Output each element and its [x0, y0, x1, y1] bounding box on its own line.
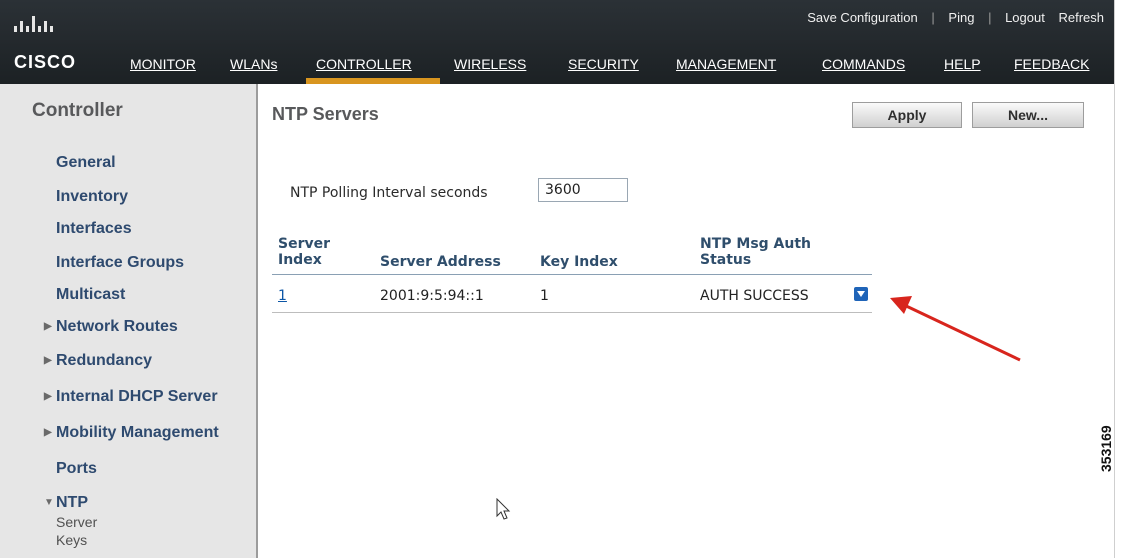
server-index-link[interactable]: 1: [278, 288, 287, 304]
sidebar-subitem-server[interactable]: Server: [56, 514, 97, 530]
annotation-arrow-icon: [890, 296, 1021, 362]
polling-interval-input[interactable]: [538, 178, 628, 202]
ping-link[interactable]: Ping: [948, 10, 974, 25]
sidebar-item-interface-groups[interactable]: Interface Groups: [56, 254, 184, 272]
expand-arrow-icon: ▶: [44, 355, 52, 366]
collapse-arrow-icon: ▼: [44, 497, 54, 508]
sidebar-item-label: Internal DHCP Server: [56, 388, 218, 405]
cisco-logo-text: CISCO: [14, 52, 77, 72]
header-line: Server: [278, 236, 331, 252]
sidebar-item-inventory[interactable]: Inventory: [56, 188, 128, 206]
header-key-index: Key Index: [540, 254, 618, 270]
apply-button[interactable]: Apply: [852, 102, 962, 128]
sidebar-item-label: Redundancy: [56, 352, 153, 369]
nav-controller[interactable]: CONTROLLER: [316, 56, 412, 72]
header-server-address: Server Address: [380, 254, 501, 270]
sidebar-title: Controller: [32, 100, 123, 121]
save-configuration-link[interactable]: Save Configuration: [807, 10, 918, 25]
header-server-index: Server Index: [278, 236, 330, 268]
sidebar-item-label: Network Routes: [56, 318, 178, 335]
nav-monitor[interactable]: MONITOR: [130, 56, 196, 72]
header-line: Status: [700, 252, 752, 268]
header-auth-status: NTP Msg Auth Status: [700, 236, 811, 268]
new-button[interactable]: New...: [972, 102, 1084, 128]
auth-status-cell: AUTH SUCCESS: [700, 288, 809, 304]
sidebar-item-ntp[interactable]: ▼ NTP: [44, 494, 88, 512]
nav-commands[interactable]: COMMANDS: [822, 56, 905, 72]
sidebar-item-label: NTP: [56, 494, 88, 511]
sidebar-item-ports[interactable]: Ports: [56, 460, 97, 478]
row-dropdown-button[interactable]: [854, 287, 868, 301]
nav-feedback[interactable]: FEEDBACK: [1014, 56, 1089, 72]
separator: |: [988, 10, 992, 25]
app-window: CISCO Save Configuration | Ping | Logout…: [0, 0, 1115, 558]
sidebar-item-general[interactable]: General: [56, 154, 116, 172]
polling-interval-label: NTP Polling Interval seconds: [290, 185, 488, 201]
top-links: Save Configuration | Ping | Logout Refre…: [797, 10, 1104, 25]
table-row-divider: [272, 312, 872, 313]
sidebar-item-internal-dhcp-server[interactable]: ▶ Internal DHCP Server: [44, 388, 218, 406]
expand-arrow-icon: ▶: [44, 427, 52, 438]
table-header-divider: [272, 274, 872, 275]
main-content: NTP Servers Apply New... NTP Polling Int…: [258, 84, 1114, 558]
logout-link[interactable]: Logout: [1005, 10, 1045, 25]
refresh-link[interactable]: Refresh: [1058, 10, 1104, 25]
sidebar-item-multicast[interactable]: Multicast: [56, 286, 125, 304]
left-sidebar: Controller General Inventory Interfaces …: [0, 84, 258, 558]
top-header: CISCO Save Configuration | Ping | Logout…: [0, 0, 1114, 84]
nav-help[interactable]: HELP: [944, 56, 981, 72]
nav-security[interactable]: SECURITY: [568, 56, 639, 72]
page-title: NTP Servers: [272, 104, 379, 124]
sidebar-item-mobility-management[interactable]: ▶ Mobility Management: [44, 424, 219, 442]
nav-wlans[interactable]: WLANs: [230, 56, 277, 72]
mouse-cursor-icon: [496, 498, 511, 520]
header-line: NTP Msg Auth: [700, 236, 812, 252]
expand-arrow-icon: ▶: [44, 391, 52, 402]
sidebar-item-interfaces[interactable]: Interfaces: [56, 220, 132, 238]
figure-number: 353169: [1098, 425, 1114, 472]
main-nav: MONITOR WLANs CONTROLLER WIRELESS SECURI…: [130, 56, 1114, 84]
key-index-cell: 1: [540, 288, 549, 304]
chevron-down-icon: [857, 291, 865, 297]
sidebar-item-redundancy[interactable]: ▶ Redundancy: [44, 352, 153, 370]
sidebar-item-label: Mobility Management: [56, 424, 219, 441]
nav-wireless[interactable]: WIRELESS: [454, 56, 526, 72]
sidebar-subitem-keys[interactable]: Keys: [56, 532, 87, 548]
expand-arrow-icon: ▶: [44, 321, 52, 332]
separator: |: [931, 10, 935, 25]
cisco-logo-icon: [14, 14, 58, 32]
sidebar-item-network-routes[interactable]: ▶ Network Routes: [44, 318, 178, 336]
server-address-cell: 2001:9:5:94::1: [380, 288, 484, 304]
header-line: Index: [278, 252, 322, 268]
nav-management[interactable]: MANAGEMENT: [676, 56, 776, 72]
